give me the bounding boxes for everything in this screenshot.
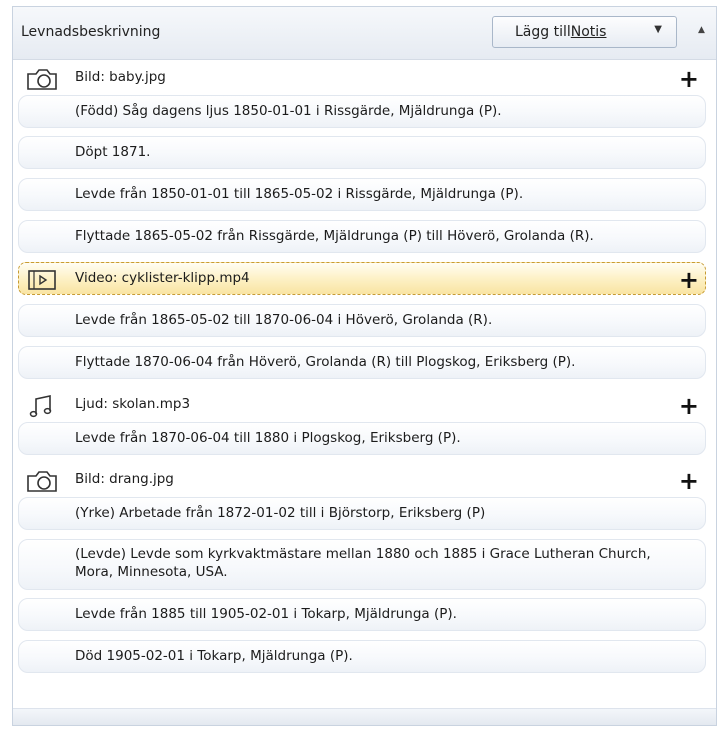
- life-event-row[interactable]: Flyttade 1865-05-02 från Rissgärde, Mjäl…: [18, 220, 706, 253]
- life-event-row[interactable]: Levde från 1850-01-01 till 1865-05-02 i …: [18, 178, 706, 211]
- add-plus-icon[interactable]: +: [679, 265, 699, 295]
- row-text: Flyttade 1865-05-02 från Rissgärde, Mjäl…: [75, 228, 594, 244]
- row-text: Video: cyklister-klipp.mp4: [75, 270, 250, 286]
- add-plus-icon[interactable]: +: [679, 64, 699, 94]
- row-text: Ljud: skolan.mp3: [75, 396, 191, 412]
- panel-header: Levnadsbeskrivning Lägg till Notis ▼ ▲: [13, 7, 716, 60]
- media-row-image[interactable]: Bild: drang.jpg +: [18, 463, 706, 496]
- media-row-image[interactable]: Bild: baby.jpg +: [18, 61, 706, 94]
- music-note-icon: [29, 395, 52, 418]
- life-event-row[interactable]: (Yrke) Arbetade från 1872-01-02 till i B…: [18, 497, 706, 530]
- media-row-audio[interactable]: Ljud: skolan.mp3 +: [18, 388, 706, 421]
- row-text: Levde från 1865-05-02 till 1870-06-04 i …: [75, 312, 493, 328]
- life-event-row[interactable]: Död 1905-02-01 i Tokarp, Mjäldrunga (P).: [18, 640, 706, 673]
- camera-icon: [27, 471, 57, 492]
- row-text: (Född) Såg dagens ljus 1850-01-01 i Riss…: [75, 103, 502, 119]
- life-event-row[interactable]: Flyttade 1870-06-04 från Höverö, Groland…: [18, 346, 706, 379]
- scroll-up-arrow-icon[interactable]: ▲: [698, 25, 705, 35]
- life-event-row[interactable]: Levde från 1885 till 1905-02-01 i Tokarp…: [18, 598, 706, 631]
- row-text: Död 1905-02-01 i Tokarp, Mjäldrunga (P).: [75, 648, 353, 664]
- life-event-row[interactable]: Levde från 1870-06-04 till 1880 i Plogsk…: [18, 422, 706, 455]
- row-text: Flyttade 1870-06-04 från Höverö, Groland…: [75, 354, 576, 370]
- life-event-row[interactable]: Levde från 1865-05-02 till 1870-06-04 i …: [18, 304, 706, 337]
- row-text: Döpt 1871.: [75, 144, 151, 160]
- life-event-row[interactable]: (Levde) Levde som kyrkvaktmästare mellan…: [18, 539, 706, 590]
- row-text: Levde från 1850-01-01 till 1865-05-02 i …: [75, 186, 524, 202]
- video-icon: [28, 270, 56, 290]
- media-row-video[interactable]: Video: cyklister-klipp.mp4 +: [18, 262, 706, 295]
- row-text: Levde från 1885 till 1905-02-01 i Tokarp…: [75, 606, 457, 622]
- row-text: (Yrke) Arbetade från 1872-01-02 till i B…: [75, 505, 486, 521]
- add-note-label-prefix: Lägg till: [515, 24, 571, 40]
- row-text: Levde från 1870-06-04 till 1880 i Plogsk…: [75, 430, 461, 446]
- row-text: Bild: baby.jpg: [75, 69, 166, 85]
- row-text: Bild: drang.jpg: [75, 471, 174, 487]
- add-plus-icon[interactable]: +: [679, 466, 699, 496]
- camera-icon: [27, 69, 57, 90]
- life-event-row[interactable]: (Född) Såg dagens ljus 1850-01-01 i Riss…: [18, 95, 706, 128]
- life-story-panel: Levnadsbeskrivning Lägg till Notis ▼ ▲ B…: [12, 6, 717, 726]
- panel-title: Levnadsbeskrivning: [21, 24, 161, 40]
- add-note-dropdown-button[interactable]: Lägg till Notis ▼: [492, 16, 677, 48]
- life-event-row[interactable]: Döpt 1871.: [18, 136, 706, 169]
- chevron-down-icon: ▼: [654, 24, 662, 35]
- panel-bottom-edge: [13, 708, 716, 725]
- add-note-label-underlined: Notis: [570, 24, 607, 40]
- row-text: (Levde) Levde som kyrkvaktmästare mellan…: [75, 546, 651, 580]
- add-plus-icon[interactable]: +: [679, 391, 699, 421]
